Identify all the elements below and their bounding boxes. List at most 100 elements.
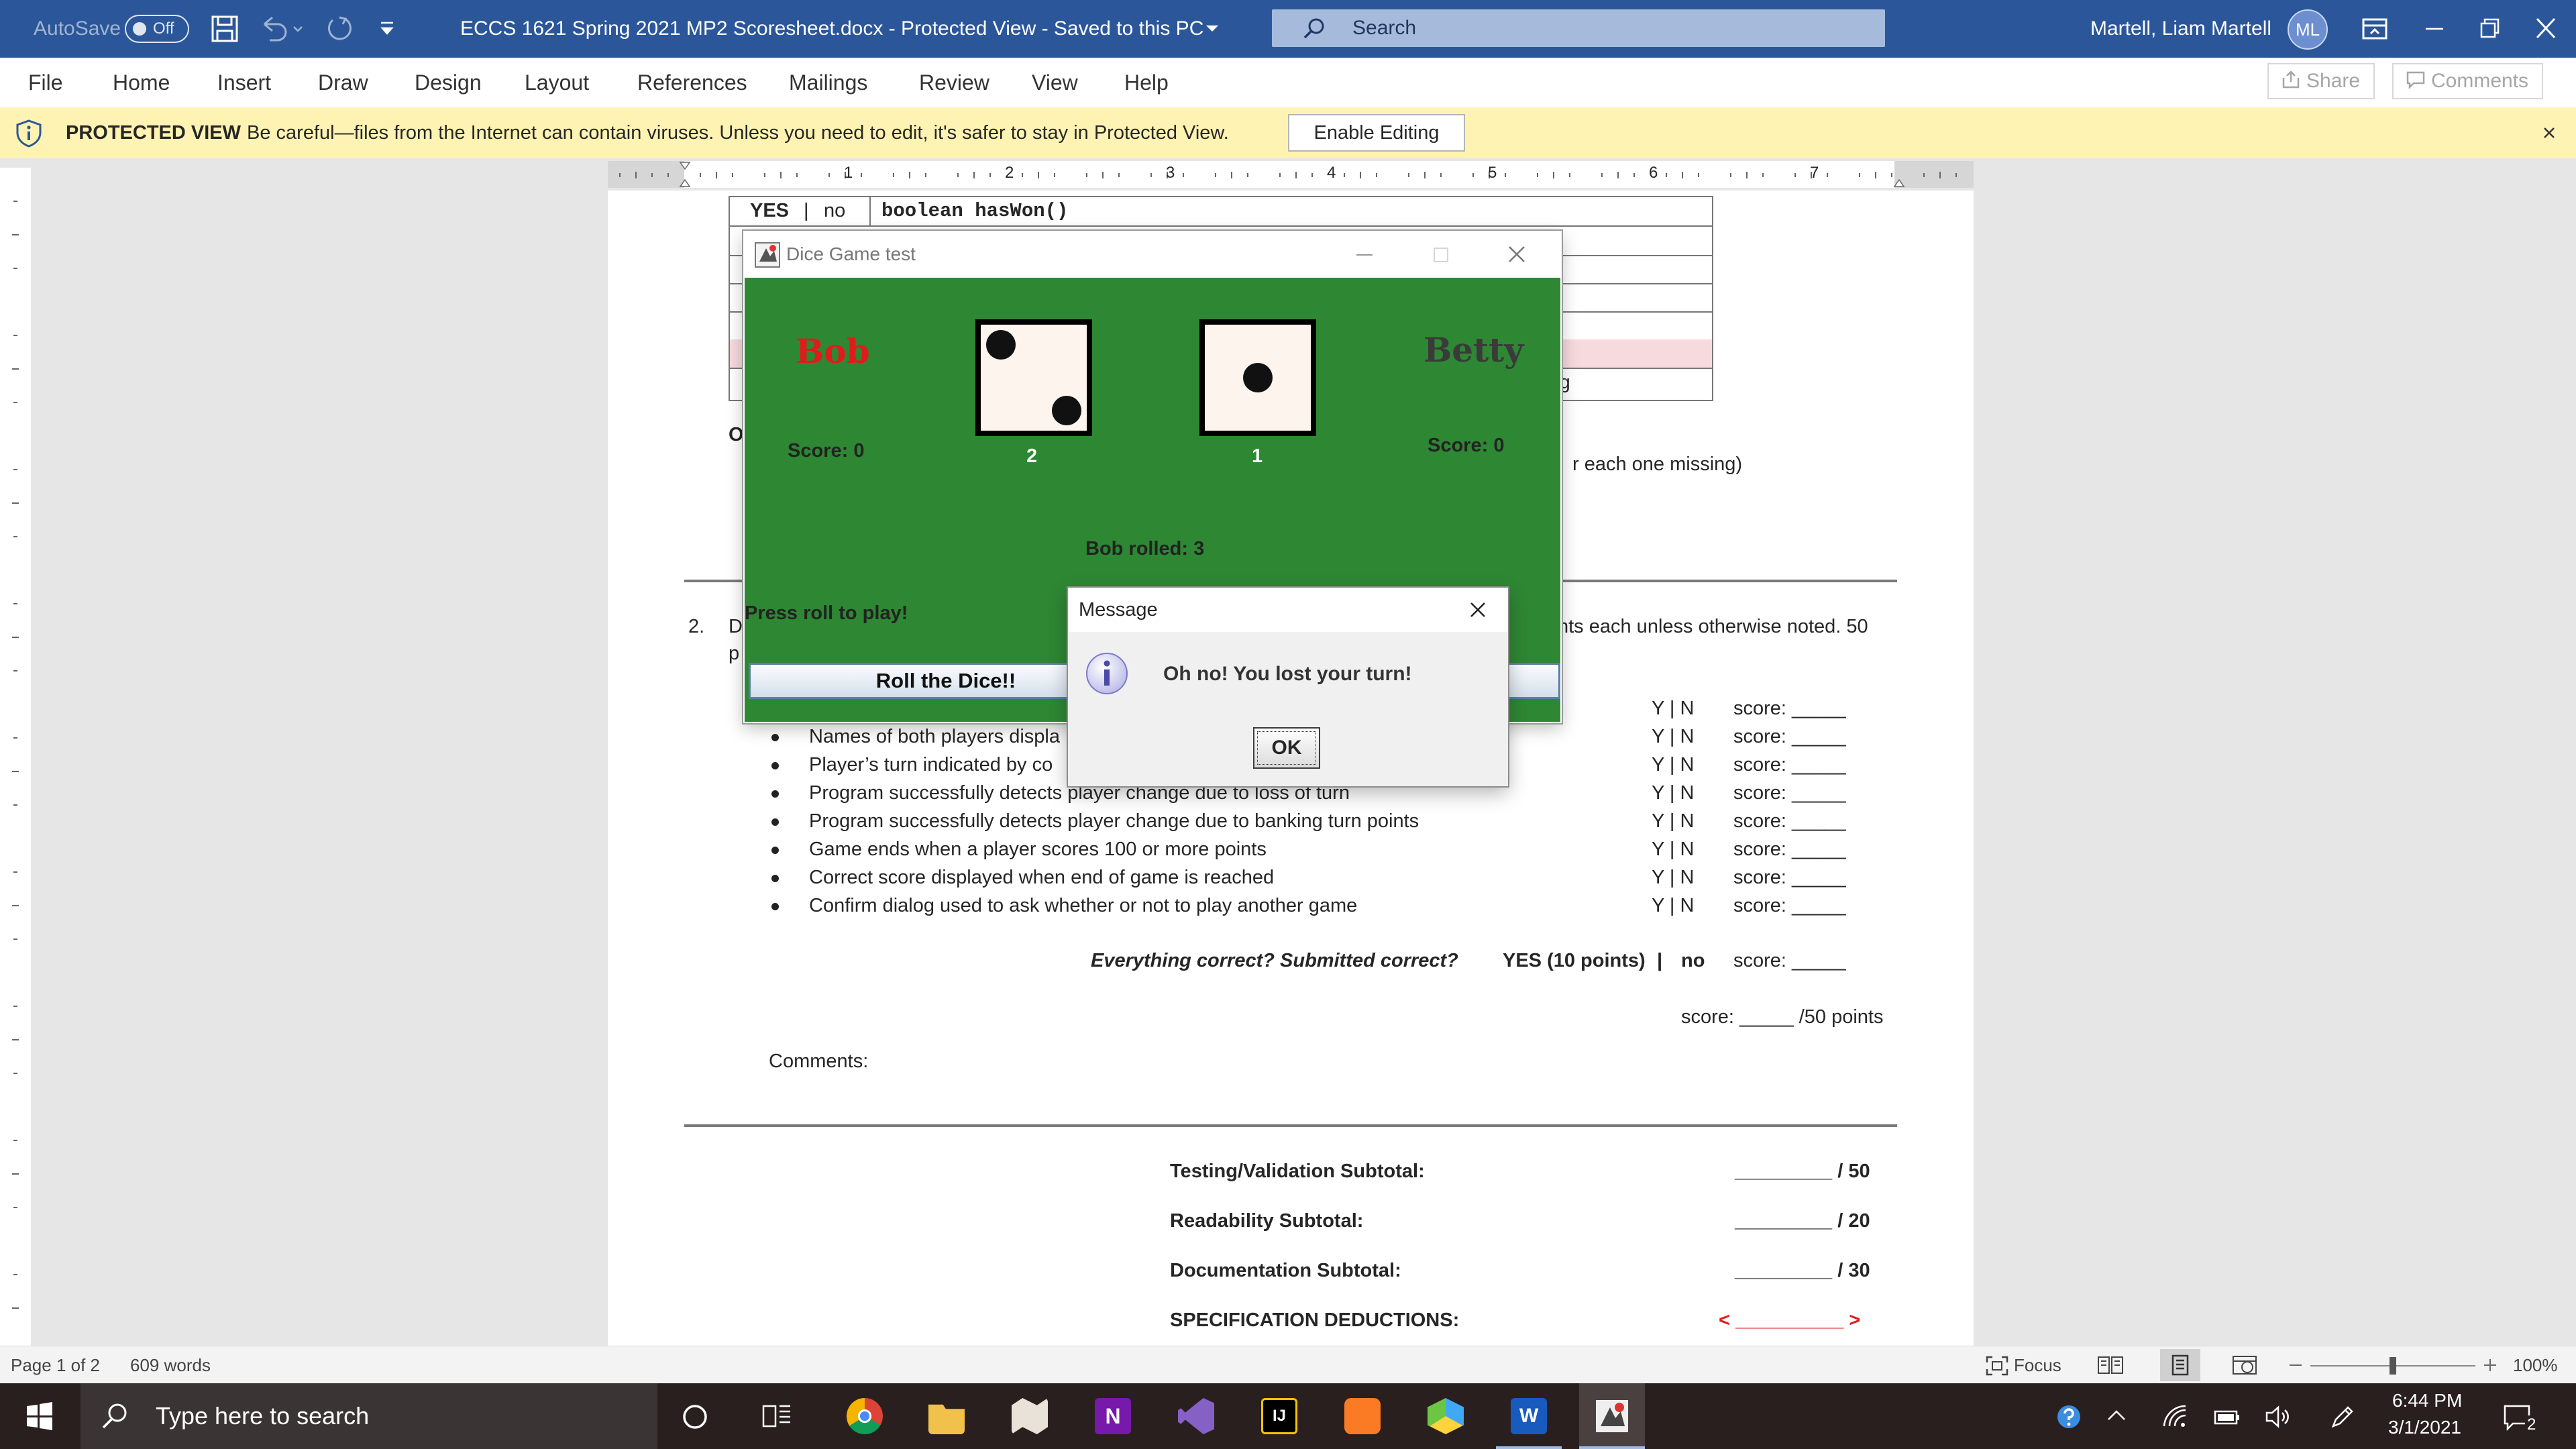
die-2	[1199, 319, 1316, 436]
taskbar-search[interactable]: Type here to search	[80, 1383, 657, 1449]
dice-window-titlebar[interactable]: Dice Game test	[743, 231, 1562, 278]
undo-icon[interactable]	[259, 15, 306, 43]
chevron-down-icon[interactable]	[1205, 23, 1220, 35]
tab-mailings[interactable]: Mailings	[789, 58, 867, 107]
focus-label[interactable]: Focus	[2014, 1346, 2061, 1384]
bullet	[771, 875, 779, 882]
close-icon[interactable]	[1507, 244, 1527, 264]
tab-draw[interactable]: Draw	[318, 58, 368, 107]
task-view-icon[interactable]	[762, 1403, 792, 1430]
message-titlebar[interactable]: Message	[1068, 588, 1508, 632]
save-icon[interactable]	[211, 15, 239, 43]
autosave-toggle[interactable]: Off	[125, 15, 189, 43]
yn-toggle: Y | N	[1652, 754, 1695, 775]
die-pip	[1243, 363, 1273, 392]
chevron-up-icon[interactable]	[2106, 1407, 2127, 1424]
subtotal-label: Testing/Validation Subtotal:	[1170, 1161, 1425, 1182]
die-pip	[1052, 396, 1081, 425]
maps-icon[interactable]	[1012, 1398, 1048, 1434]
checklist-item: Names of both players displa	[809, 726, 1060, 747]
zoom-slider-thumb[interactable]	[2390, 1357, 2396, 1375]
enable-editing-button[interactable]: Enable Editing	[1288, 114, 1465, 152]
cortana-icon[interactable]	[682, 1403, 708, 1430]
battery-icon[interactable]	[2214, 1406, 2241, 1428]
onenote-icon[interactable]: N	[1095, 1398, 1131, 1434]
close-icon[interactable]	[1469, 601, 1487, 619]
yn-toggle: Y | N	[1652, 895, 1695, 916]
vertical-ruler[interactable]	[0, 168, 31, 1346]
help-icon[interactable]	[2055, 1403, 2082, 1430]
ribbon-display-options-icon[interactable]	[2361, 17, 2388, 40]
clock-time[interactable]: 6:44 PM	[2392, 1390, 2462, 1411]
zoom-out-icon[interactable]	[2288, 1358, 2304, 1372]
tab-references[interactable]: References	[637, 58, 747, 107]
close-icon[interactable]	[2542, 126, 2556, 140]
comments-button[interactable]: Comments	[2392, 63, 2544, 99]
clock-date[interactable]: 3/1/2021	[2388, 1417, 2461, 1438]
pen-workspace-icon[interactable]	[2329, 1403, 2356, 1430]
page-count[interactable]: Page 1 of 2	[11, 1346, 100, 1384]
minimize-icon	[2426, 28, 2443, 30]
intellij-icon[interactable]: IJ	[1261, 1398, 1297, 1434]
title-bar: AutoSave Off ECCS 1621 Spring 2021 MP2 S…	[0, 0, 2576, 58]
item-score: score: _____	[1733, 839, 1846, 860]
ok-button[interactable]: OK	[1253, 727, 1320, 769]
subtotal-value: _________ / 20	[1735, 1210, 1870, 1232]
focus-icon[interactable]	[1986, 1356, 2008, 1376]
zoom-level[interactable]: 100%	[2513, 1346, 2558, 1384]
maximize-icon[interactable]	[1432, 246, 1450, 264]
redo-icon[interactable]	[325, 15, 353, 43]
message-dialog[interactable]: Message Oh no! You lost your turn! OK	[1068, 588, 1508, 786]
xampp-icon[interactable]	[1344, 1398, 1381, 1434]
ribbon-tabs: File Home Insert Draw Design Layout Refe…	[0, 58, 2576, 108]
autosave-label: AutoSave	[34, 17, 121, 40]
word-icon[interactable]: W	[1511, 1398, 1547, 1434]
table-sep: |	[804, 200, 809, 221]
share-button[interactable]: Share	[2267, 63, 2375, 99]
user-name[interactable]: Martell, Liam Martell	[2090, 0, 2271, 58]
ruler-number: 2	[1005, 164, 1014, 182]
avatar[interactable]: ML	[2288, 9, 2328, 50]
volume-icon[interactable]	[2265, 1405, 2292, 1429]
player1-name: Bob	[796, 331, 870, 371]
protected-view-bar: PROTECTED VIEW Be careful—files from the…	[0, 107, 2576, 160]
tab-review[interactable]: Review	[919, 58, 989, 107]
tab-design[interactable]: Design	[415, 58, 482, 107]
virtualbox-icon[interactable]	[1428, 1398, 1464, 1434]
yn-toggle: Y | N	[1652, 698, 1695, 719]
tab-insert[interactable]: Insert	[217, 58, 271, 107]
zoom-in-icon[interactable]	[2482, 1357, 2498, 1373]
word-count[interactable]: 609 words	[130, 1346, 211, 1384]
visual-studio-icon[interactable]	[1178, 1398, 1214, 1434]
ruler-number: 7	[1810, 164, 1819, 182]
chrome-icon[interactable]	[847, 1398, 883, 1434]
print-layout-button[interactable]	[2160, 1349, 2200, 1381]
tab-home[interactable]: Home	[113, 58, 170, 107]
search-box[interactable]: Search	[1272, 9, 1885, 47]
read-mode-icon[interactable]	[2097, 1354, 2124, 1376]
ruler-number: 5	[1488, 164, 1497, 182]
java-app-taskbar-button[interactable]	[1579, 1383, 1645, 1449]
web-layout-icon[interactable]	[2231, 1354, 2258, 1376]
windows-start-icon[interactable]	[25, 1402, 54, 1430]
section-number: 2.	[688, 616, 705, 637]
ruler-number: 1	[844, 164, 853, 182]
subtotal-value: _________ / 30	[1735, 1260, 1870, 1281]
die2-value: 1	[1252, 445, 1263, 467]
checklist-item: Player’s turn indicated by co	[809, 754, 1053, 775]
tab-view[interactable]: View	[1032, 58, 1078, 107]
tab-help[interactable]: Help	[1124, 58, 1169, 107]
tab-file[interactable]: File	[28, 58, 63, 107]
close-button[interactable]	[2509, 0, 2576, 58]
vertical-ruler-ticks	[12, 201, 19, 1309]
close-icon	[2536, 17, 2556, 39]
section-text-second: p	[729, 643, 740, 664]
wifi-icon[interactable]	[2161, 1403, 2188, 1430]
customize-qat-icon[interactable]	[377, 20, 397, 39]
bank-points-button[interactable]	[1505, 663, 1560, 699]
tab-layout[interactable]: Layout	[525, 58, 589, 107]
checklist-item: Program successfully detects player chan…	[809, 810, 1419, 832]
minimize-icon[interactable]	[1355, 246, 1374, 264]
file-explorer-icon[interactable]	[928, 1404, 965, 1434]
horizontal-ruler[interactable]: 1 2 3 4 5 6 7	[608, 161, 1974, 188]
